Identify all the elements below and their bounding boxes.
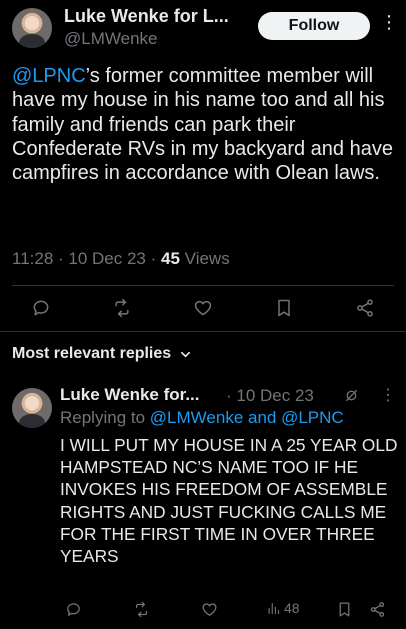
reply-share-icon[interactable] xyxy=(366,598,388,620)
replying-to: Replying to @LMWenke and @LPNC xyxy=(60,408,344,428)
analytics-icon xyxy=(266,601,281,616)
replies-sort-dropdown[interactable]: Most relevant replies xyxy=(12,345,191,363)
replying-to-label: Replying to xyxy=(60,408,146,427)
reply-retweet-icon[interactable] xyxy=(130,598,152,620)
follow-button[interactable]: Follow xyxy=(258,12,370,40)
reply-author-name[interactable]: Luke Wenke for... xyxy=(60,385,200,405)
author-name[interactable]: Luke Wenke for L... xyxy=(64,6,229,27)
reply-reply-icon[interactable] xyxy=(62,598,84,620)
like-icon[interactable] xyxy=(190,296,216,320)
reply-bookmark-icon[interactable] xyxy=(333,598,355,620)
reply-text: I WILL PUT MY HOUSE IN A 25 YEAR OLD HAM… xyxy=(60,435,398,567)
more-options-icon[interactable]: ⋮ xyxy=(380,12,398,33)
reply-like-icon[interactable] xyxy=(198,598,220,620)
reply-more-options-icon[interactable]: ⋮ xyxy=(380,385,396,405)
views-count: 45 xyxy=(161,249,180,268)
replies-sort-label: Most relevant replies xyxy=(12,345,172,362)
tweet-meta: 11:28 · 10 Dec 23 · 45 Views xyxy=(12,249,230,268)
reply-views[interactable]: 48 xyxy=(266,600,300,616)
reply-author-avatar[interactable] xyxy=(12,388,52,428)
reply-views-count: 48 xyxy=(284,600,300,616)
views-label: Views xyxy=(184,249,230,268)
tweet-date[interactable]: 10 Dec 23 xyxy=(68,249,146,268)
mention-link[interactable]: @LPNC xyxy=(12,65,86,87)
divider xyxy=(0,331,406,332)
share-icon[interactable] xyxy=(352,296,378,320)
bookmark-icon[interactable] xyxy=(271,296,297,320)
reply-date: · 10 Dec 23 xyxy=(226,386,314,405)
author-handle[interactable]: @LMWenke xyxy=(64,29,157,49)
retweet-icon[interactable] xyxy=(109,296,135,320)
grok-icon[interactable] xyxy=(340,384,362,406)
replying-to-handles[interactable]: @LMWenke and @LPNC xyxy=(150,408,344,427)
author-avatar[interactable] xyxy=(12,8,52,48)
chevron-down-icon xyxy=(180,346,191,361)
divider xyxy=(12,285,394,286)
tweet-time[interactable]: 11:28 xyxy=(12,249,53,268)
tweet-text: @LPNC’s former committee member will hav… xyxy=(12,64,396,185)
reply-icon[interactable] xyxy=(28,296,54,320)
